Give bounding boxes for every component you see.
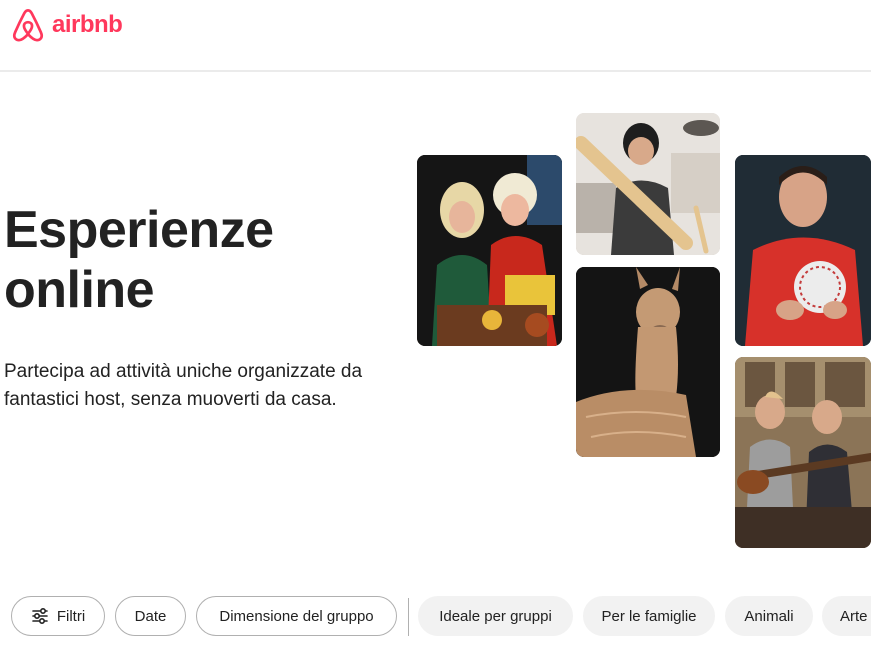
filter-bar: Filtri Date Dimensione del gruppo Ideale… bbox=[0, 596, 871, 636]
page-subtitle-line-2: fantastici host, senza muoverti da casa. bbox=[4, 389, 337, 410]
experience-photo-musicians[interactable] bbox=[735, 357, 871, 548]
experience-photo-performers[interactable] bbox=[417, 155, 562, 346]
cooking-illustration bbox=[576, 113, 720, 255]
date-button[interactable]: Date bbox=[115, 596, 186, 636]
filters-label: Filtri bbox=[56, 607, 86, 625]
page-title-line-1: Esperienze bbox=[4, 201, 274, 259]
page-subtitle-line-1: Partecipa ad attività uniche organizzate… bbox=[4, 361, 363, 382]
performers-illustration bbox=[417, 155, 562, 346]
category-chip-families[interactable]: Per le famiglie bbox=[583, 596, 715, 636]
magician-illustration bbox=[735, 155, 871, 346]
category-chip-label: Ideale per gruppi bbox=[439, 607, 552, 625]
category-chip-label: Per le famiglie bbox=[601, 607, 697, 625]
category-chip-label: Arte bbox=[840, 607, 868, 625]
category-chip-groups[interactable]: Ideale per gruppi bbox=[418, 596, 573, 636]
page-subtitle: Partecipa ad attività uniche organizzate… bbox=[4, 358, 404, 414]
group-size-label: Dimensione del gruppo bbox=[219, 607, 374, 625]
category-chip-animals[interactable]: Animali bbox=[725, 596, 813, 636]
date-label: Date bbox=[134, 607, 167, 625]
group-size-button[interactable]: Dimensione del gruppo bbox=[196, 596, 397, 636]
header: airbnb bbox=[0, 0, 871, 72]
experience-photo-magician[interactable] bbox=[735, 155, 871, 346]
experience-photo-llama[interactable] bbox=[576, 267, 720, 457]
category-chip-label: Animali bbox=[744, 607, 794, 625]
airbnb-logo-icon bbox=[12, 9, 44, 42]
experience-photo-cooking[interactable] bbox=[576, 113, 720, 255]
sliders-icon bbox=[32, 607, 48, 625]
brand-name: airbnb bbox=[52, 11, 123, 38]
musicians-illustration bbox=[735, 357, 871, 548]
llama-illustration bbox=[576, 267, 720, 457]
airbnb-logo[interactable]: airbnb bbox=[10, 7, 123, 43]
filters-button[interactable]: Filtri bbox=[11, 596, 105, 636]
filter-divider bbox=[408, 598, 409, 636]
category-chip-art[interactable]: Arte bbox=[822, 596, 871, 636]
page-title: Esperienze online bbox=[4, 200, 274, 320]
page-title-line-2: online bbox=[4, 261, 155, 319]
